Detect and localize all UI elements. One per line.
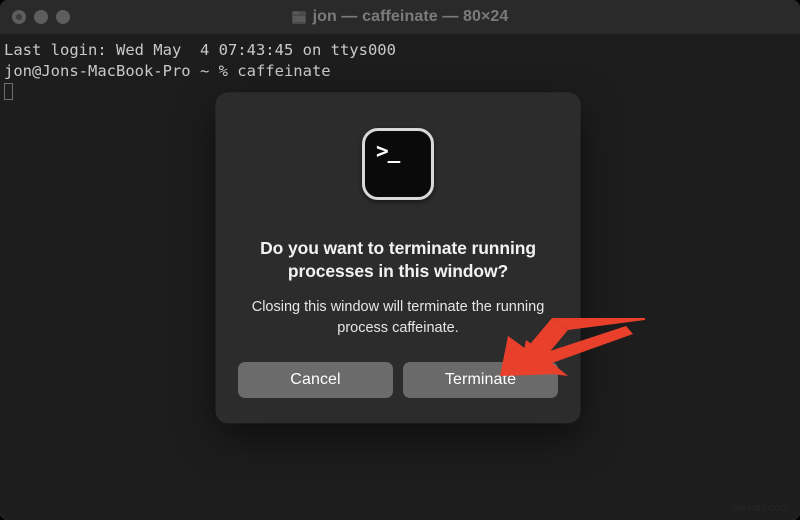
- dialog-button-row: Cancel Terminate: [238, 362, 558, 398]
- minimize-window-button[interactable]: [34, 10, 48, 24]
- close-window-button[interactable]: [12, 10, 26, 24]
- window-titlebar[interactable]: jon — caffeinate — 80×24: [0, 0, 800, 35]
- terminal-app-icon: >_: [362, 128, 434, 200]
- screen: jon — caffeinate — 80×24 Last login: Wed…: [0, 0, 800, 520]
- terminal-window: jon — caffeinate — 80×24 Last login: Wed…: [0, 0, 800, 520]
- traffic-lights: [12, 10, 70, 24]
- terminal-line-login: Last login: Wed May 4 07:43:45 on ttys00…: [4, 41, 396, 59]
- terminal-prompt-glyph: >_: [376, 139, 400, 163]
- terminate-processes-dialog: >_ Do you want to terminate running proc…: [216, 93, 580, 423]
- window-title: jon — caffeinate — 80×24: [312, 8, 509, 25]
- dialog-message: Closing this window will terminate the r…: [251, 299, 545, 336]
- terminal-folder-icon: [291, 10, 306, 24]
- terminate-button[interactable]: Terminate: [403, 362, 558, 398]
- terminal-cursor: [4, 83, 13, 100]
- window-title-group: jon — caffeinate — 80×24: [0, 0, 800, 34]
- zoom-window-button[interactable]: [56, 10, 70, 24]
- dialog-title: Do you want to terminate running process…: [260, 238, 536, 281]
- watermark: wsxdn.com: [732, 502, 790, 514]
- terminal-line-prompt: jon@Jons-MacBook-Pro ~ % caffeinate: [4, 62, 331, 80]
- cancel-button[interactable]: Cancel: [238, 362, 393, 398]
